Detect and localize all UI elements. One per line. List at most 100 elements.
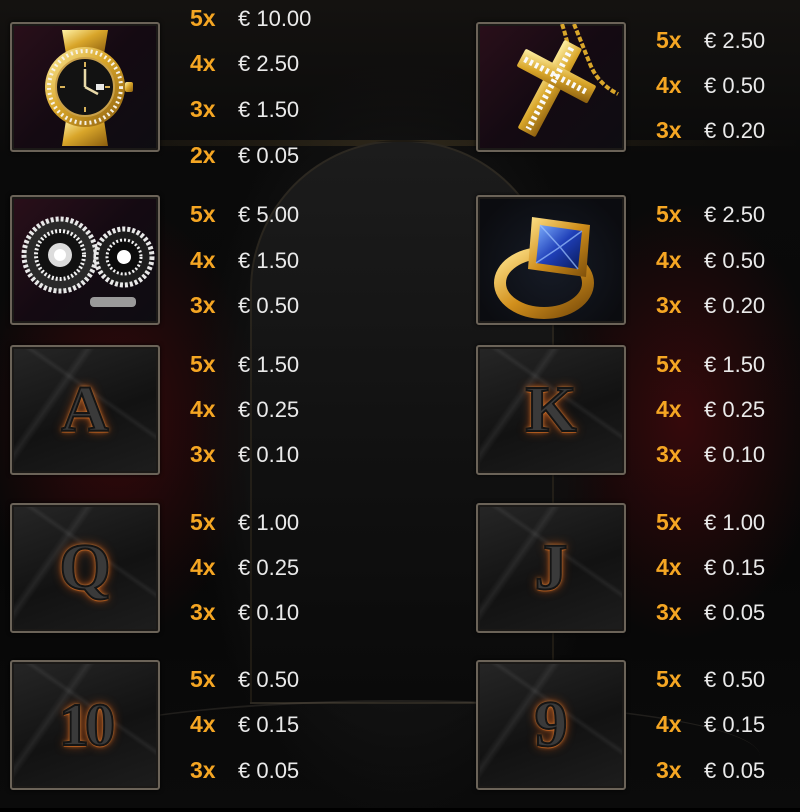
payout-amount: € 0.15: [704, 712, 766, 737]
payout-amount: € 2.50: [704, 202, 766, 227]
multiplier: 5x: [190, 351, 216, 377]
payout-row: 5x € 0.50: [656, 664, 765, 694]
payout-row: 4x € 0.15: [656, 709, 765, 739]
payout-row: 5x € 0.50: [190, 664, 299, 694]
payout-row: 3x € 0.05: [656, 597, 765, 627]
payout-amount: € 0.05: [238, 758, 300, 783]
payout-row: 3x € 0.20: [656, 115, 765, 145]
card-jack-icon: J: [476, 503, 626, 633]
multiplier: 3x: [656, 441, 682, 467]
multiplier: 3x: [190, 292, 216, 318]
payout-amount: € 1.50: [238, 352, 300, 377]
multiplier: 4x: [190, 396, 216, 422]
multiplier: 5x: [190, 509, 216, 535]
payout-amount: € 0.25: [238, 397, 300, 422]
payout-amount: € 0.50: [238, 667, 300, 692]
payout-amount: € 1.50: [238, 97, 300, 122]
card-ace-icon: A: [10, 345, 160, 475]
multiplier: 4x: [656, 711, 682, 737]
paytable: 5x € 10.00 4x € 2.50 3x € 1.50 2x € 0.05: [0, 0, 800, 808]
multiplier: 3x: [656, 292, 682, 318]
payout-amount: € 1.50: [238, 248, 300, 273]
payout-amount: € 0.10: [238, 442, 300, 467]
payout-row: 3x € 0.05: [656, 755, 765, 785]
payout-amount: € 2.50: [704, 28, 766, 53]
payout-amount: € 0.20: [704, 118, 766, 143]
payout-amount: € 0.25: [238, 555, 300, 580]
payout-amount: € 0.50: [704, 73, 766, 98]
payout-row: 4x € 0.50: [656, 245, 765, 275]
card-letter: Q: [58, 531, 111, 604]
payout-amount: € 0.25: [704, 397, 766, 422]
gold-diamond-watch-icon: [10, 22, 160, 152]
payout-amount: € 0.10: [238, 600, 300, 625]
card-letter: J: [534, 531, 569, 604]
payout-amount: € 1.00: [704, 510, 766, 535]
payout-row: 3x € 0.05: [190, 755, 299, 785]
card-letter: K: [524, 373, 577, 446]
payout-amount: € 0.20: [704, 293, 766, 318]
gold-cross-pendant-icon: [476, 22, 626, 152]
multiplier: 5x: [656, 666, 682, 692]
payout-row: 4x € 1.50: [190, 245, 299, 275]
multiplier: 4x: [190, 50, 216, 76]
payout-row: 3x € 0.20: [656, 290, 765, 320]
card-ten-icon: 10: [10, 660, 160, 790]
payout-amount: € 0.15: [238, 712, 300, 737]
payout-amount: € 0.50: [704, 667, 766, 692]
payout-row: 5x € 2.50: [656, 25, 765, 55]
payout-row: 4x € 0.25: [656, 394, 765, 424]
multiplier: 2x: [190, 142, 216, 168]
multiplier: 5x: [190, 201, 216, 227]
diamond-earrings-icon: [10, 195, 160, 325]
payout-row: 5x € 1.00: [656, 507, 765, 537]
multiplier: 4x: [656, 554, 682, 580]
multiplier: 4x: [656, 72, 682, 98]
payout-row: 4x € 2.50: [190, 48, 299, 78]
payout-amount: € 1.50: [704, 352, 766, 377]
multiplier: 5x: [656, 509, 682, 535]
payout-row: 5x € 10.00: [190, 3, 311, 33]
multiplier: 4x: [656, 247, 682, 273]
multiplier: 3x: [190, 599, 216, 625]
payout-row: 4x € 0.25: [190, 552, 299, 582]
multiplier: 4x: [190, 711, 216, 737]
multiplier: 4x: [656, 396, 682, 422]
multiplier: 3x: [656, 117, 682, 143]
payout-amount: € 0.50: [704, 248, 766, 273]
payout-row: 3x € 0.10: [190, 439, 299, 469]
payout-amount: € 0.05: [704, 600, 766, 625]
payout-row: 4x € 0.15: [190, 709, 299, 739]
payout-row: 5x € 2.50: [656, 199, 765, 229]
payout-row: 2x € 0.05: [190, 140, 299, 170]
card-letter: 9: [534, 688, 569, 761]
payout-amount: € 10.00: [238, 6, 312, 31]
payout-row: 4x € 0.50: [656, 70, 765, 100]
card-nine-icon: 9: [476, 660, 626, 790]
card-letter: 10: [58, 692, 116, 758]
sapphire-gold-ring-icon: [476, 195, 626, 325]
payout-amount: € 0.15: [704, 555, 766, 580]
payout-row: 4x € 0.15: [656, 552, 765, 582]
payout-row: 5x € 1.50: [190, 349, 299, 379]
payout-row: 3x € 0.50: [190, 290, 299, 320]
payout-amount: € 2.50: [238, 51, 300, 76]
card-letter: A: [60, 373, 110, 446]
payout-amount: € 0.05: [704, 758, 766, 783]
payout-row: 3x € 1.50: [190, 94, 299, 124]
payout-row: 5x € 1.50: [656, 349, 765, 379]
multiplier: 5x: [656, 201, 682, 227]
payout-amount: € 0.10: [704, 442, 766, 467]
payout-amount: € 0.05: [238, 143, 300, 168]
multiplier: 5x: [190, 5, 216, 31]
payout-row: 4x € 0.25: [190, 394, 299, 424]
multiplier: 5x: [190, 666, 216, 692]
payout-row: 5x € 5.00: [190, 199, 299, 229]
payout-amount: € 1.00: [238, 510, 300, 535]
payout-amount: € 5.00: [238, 202, 300, 227]
payout-row: 5x € 1.00: [190, 507, 299, 537]
multiplier: 3x: [190, 757, 216, 783]
card-king-icon: K: [476, 345, 626, 475]
multiplier: 5x: [656, 27, 682, 53]
multiplier: 3x: [656, 599, 682, 625]
